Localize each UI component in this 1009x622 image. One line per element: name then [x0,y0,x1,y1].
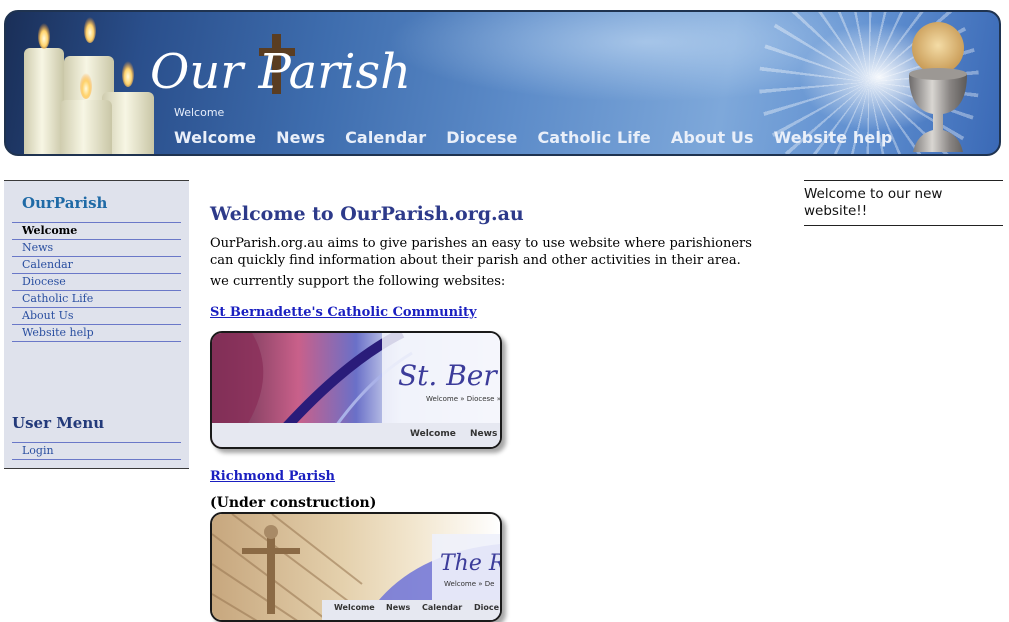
site-link-st-bernadettes[interactable]: St Bernadette's Catholic Community [210,305,477,320]
nav-calendar[interactable]: Calendar [345,128,426,147]
sidebar-item-about-us[interactable]: About Us [12,308,181,325]
svg-text:Our Parish: Our Parish [150,44,408,100]
under-construction-note: (Under construction) [210,495,377,511]
thumb-2-crumb: Welcome » De [444,580,494,588]
nav-diocese[interactable]: Diocese [446,128,517,147]
site-thumbnail-richmond-parish[interactable]: The R Welcome » De Welcome News Calendar… [210,512,502,622]
header-breadcrumb: Welcome [174,106,225,119]
left-sidebar: OurParish Welcome News Calendar Diocese … [4,180,189,469]
header-banner: Our Parish Welcome Welcome News Calendar… [4,10,1001,156]
sidebar-menu: Welcome News Calendar Diocese Catholic L… [12,222,181,342]
sidebar-item-login[interactable]: Login [12,443,181,460]
user-menu-title: User Menu [12,414,105,432]
nav-about-us[interactable]: About Us [671,128,754,147]
thumb-1-crumb: Welcome » Diocese » [426,395,500,403]
nav-welcome[interactable]: Welcome [174,128,256,147]
nav-news[interactable]: News [276,128,325,147]
sidebar-item-website-help[interactable]: Website help [12,325,181,342]
sidebar-item-welcome[interactable]: Welcome [12,223,181,240]
page-title: Welcome to OurParish.org.au [210,203,524,225]
site-thumbnail-st-bernadettes[interactable]: St. Ber Welcome » Diocese » Welcome News [210,331,502,449]
thumb-2-title: The R [440,551,500,576]
support-text: we currently support the following websi… [210,274,506,289]
thumb-1-title: St. Ber [398,359,498,392]
sidebar-item-calendar[interactable]: Calendar [12,257,181,274]
thumb-1-nav-welcome: Welcome [410,429,456,439]
site-logo[interactable]: Our Parish [148,26,408,106]
nav-website-help[interactable]: Website help [774,128,893,147]
user-menu: Login [12,442,181,460]
welcome-message: Welcome to our new website!! [804,186,943,219]
intro-text: OurParish.org.au aims to give parishes a… [210,236,752,268]
sidebar-item-news[interactable]: News [12,240,181,257]
sidebar-item-catholic-life[interactable]: Catholic Life [12,291,181,308]
welcome-message-box: Welcome to our new website!! [804,180,1003,226]
sidebar-title: OurParish [22,194,108,212]
chalice-icon [909,22,967,152]
sidebar-item-diocese[interactable]: Diocese [12,274,181,291]
thumb-1-nav-news: News [470,429,497,439]
site-link-richmond-parish[interactable]: Richmond Parish [210,469,335,484]
nav-catholic-life[interactable]: Catholic Life [537,128,650,147]
top-navigation: Welcome News Calendar Diocese Catholic L… [174,128,912,147]
